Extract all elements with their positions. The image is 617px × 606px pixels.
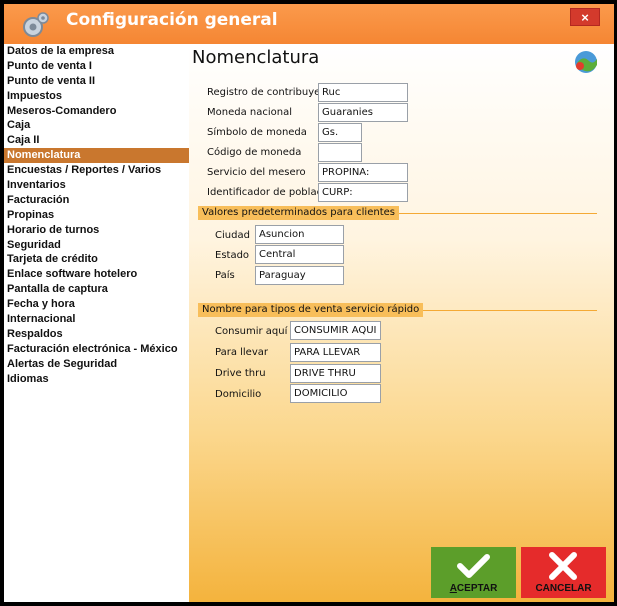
sidebar-item[interactable]: Pantalla de captura xyxy=(4,282,189,297)
moneda-input[interactable]: Guaranies xyxy=(318,103,408,122)
accept-button[interactable]: ACEPTAR xyxy=(431,547,516,598)
identificador-input[interactable]: CURP: xyxy=(318,183,408,202)
sidebar-item[interactable]: Respaldos xyxy=(4,327,189,342)
close-button[interactable]: × xyxy=(570,8,600,26)
codigo-input[interactable] xyxy=(318,143,362,162)
clientes-divider xyxy=(377,213,597,214)
sidebar-item[interactable]: Facturación electrónica - México xyxy=(4,342,189,357)
pais-input[interactable]: Paraguay xyxy=(255,266,344,285)
sidebar-item[interactable]: Propinas xyxy=(4,208,189,223)
clientes-header: Valores predeterminados para clientes xyxy=(198,206,399,220)
checkmark-icon xyxy=(457,554,490,578)
section-title: Nomenclatura xyxy=(192,47,320,68)
close-icon: × xyxy=(581,10,589,25)
close-icon xyxy=(549,552,577,580)
pais-label: País xyxy=(215,270,235,281)
sidebar-item[interactable]: Punto de venta I xyxy=(4,59,189,74)
sidebar-item[interactable]: Datos de la empresa xyxy=(4,44,189,59)
sidebar-item[interactable]: Impuestos xyxy=(4,89,189,104)
sidebar-item[interactable]: Alertas de Seguridad xyxy=(4,357,189,372)
sidebar-item[interactable]: Idiomas xyxy=(4,372,189,387)
sidebar-item[interactable]: Enlace software hotelero xyxy=(4,267,189,282)
sidebar-item[interactable]: Meseros-Comandero xyxy=(4,104,189,119)
sidebar-item[interactable]: Encuestas / Reportes / Varios xyxy=(4,163,189,178)
consumir-input[interactable]: CONSUMIR AQUI xyxy=(290,321,381,340)
consumir-label: Consumir aquí xyxy=(215,326,288,337)
registro-input[interactable]: Ruc xyxy=(318,83,408,102)
simbolo-input[interactable]: Gs. xyxy=(318,123,362,142)
gear-icon xyxy=(23,12,49,37)
codigo-label: Código de moneda xyxy=(207,147,302,158)
app-logo-icon xyxy=(575,51,597,73)
sidebar-item[interactable]: Internacional xyxy=(4,312,189,327)
drive-input[interactable]: DRIVE THRU xyxy=(290,364,381,383)
accept-label: ACEPTAR xyxy=(449,583,498,594)
domicilio-label: Domicilio xyxy=(215,389,262,400)
settings-sidebar: Datos de la empresa Punto de venta I Punto… xyxy=(4,44,189,602)
sidebar-item[interactable]: Fecha y hora xyxy=(4,297,189,312)
title-bar[interactable]: Configuración general × xyxy=(4,4,614,44)
cancel-button[interactable]: CANCELAR xyxy=(521,547,606,598)
moneda-label: Moneda nacional xyxy=(207,107,292,118)
servicio-label: Servicio del mesero xyxy=(207,167,306,178)
estado-input[interactable]: Central xyxy=(255,245,344,264)
sidebar-item[interactable]: Inventarios xyxy=(4,178,189,193)
sidebar-item[interactable]: Facturación xyxy=(4,193,189,208)
ciudad-input[interactable]: Asuncion xyxy=(255,225,344,244)
config-window: Configuración general × Datos de la empr… xyxy=(0,0,617,606)
sidebar-item[interactable]: Nomenclatura xyxy=(4,148,189,164)
sidebar-item[interactable]: Tarjeta de crédito xyxy=(4,252,189,267)
sidebar-item[interactable]: Punto de venta II xyxy=(4,74,189,89)
window-title: Configuración general xyxy=(66,10,278,30)
sidebar-item[interactable]: Caja II xyxy=(4,133,189,148)
llevar-input[interactable]: PARA LLEVAR xyxy=(290,343,381,362)
llevar-label: Para llevar xyxy=(215,347,268,358)
cancel-label: CANCELAR xyxy=(535,583,592,594)
sidebar-item[interactable]: Caja xyxy=(4,118,189,133)
estado-label: Estado xyxy=(215,250,250,261)
ciudad-label: Ciudad xyxy=(215,230,250,241)
nomenclatura-panel: Nomenclatura Registro de contribuyente R… xyxy=(189,44,614,602)
drive-label: Drive thru xyxy=(215,368,266,379)
servicio-input[interactable]: PROPINA: xyxy=(318,163,408,182)
domicilio-input[interactable]: DOMICILIO xyxy=(290,384,381,403)
sidebar-item[interactable]: Seguridad xyxy=(4,238,189,253)
simbolo-label: Símbolo de moneda xyxy=(207,127,307,138)
sidebar-item[interactable]: Horario de turnos xyxy=(4,223,189,238)
venta-header: Nombre para tipos de venta servicio rápi… xyxy=(198,303,424,317)
